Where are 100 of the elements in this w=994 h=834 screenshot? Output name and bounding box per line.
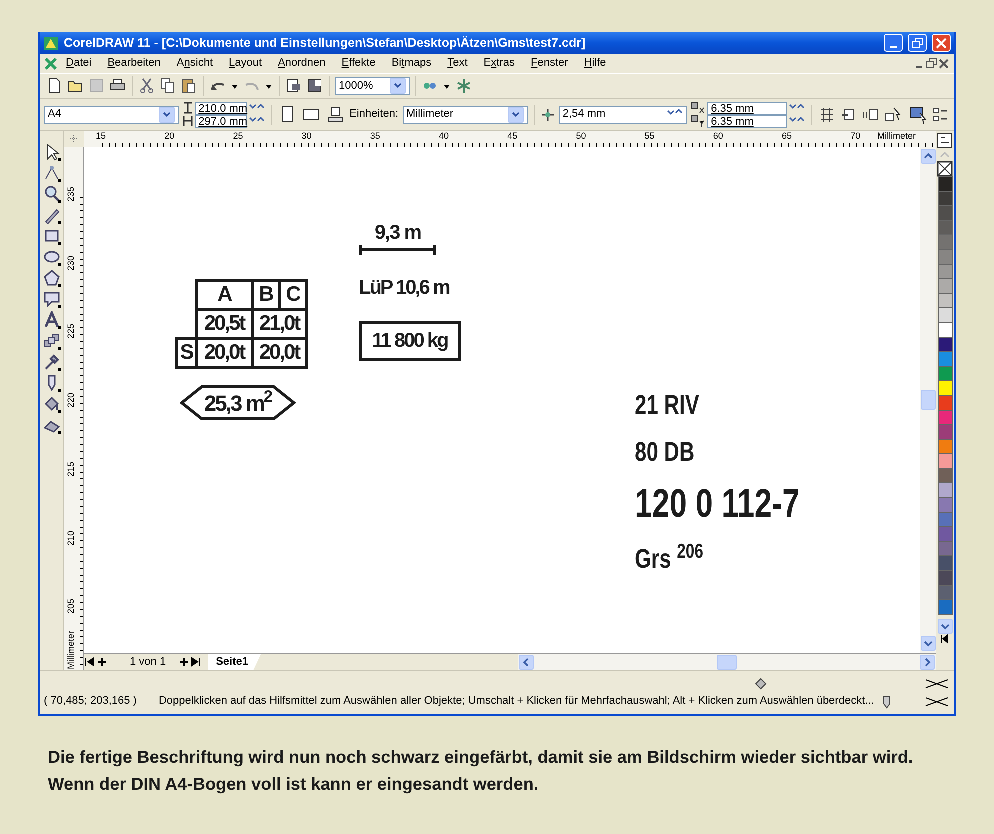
duplicate-x-icon — [691, 102, 706, 114]
menu-item[interactable]: Bitmaps — [384, 54, 440, 73]
no-color-swatch[interactable] — [937, 161, 953, 177]
color-swatch[interactable] — [938, 351, 952, 367]
page-width-field[interactable]: 210.0 mm — [194, 102, 247, 114]
color-swatch[interactable] — [938, 278, 952, 294]
color-swatch[interactable] — [938, 599, 952, 615]
ruler-label: 210 — [66, 530, 76, 546]
palette-down-button[interactable] — [938, 618, 952, 634]
scroll-down-icon — [924, 639, 932, 648]
horizontal-scrollbar[interactable] — [518, 654, 936, 670]
color-swatch[interactable] — [938, 424, 952, 440]
add-page-icon[interactable] — [178, 656, 190, 668]
callout-icon[interactable] — [42, 290, 60, 308]
zoom-icon[interactable] — [42, 185, 60, 203]
page-height-field[interactable]: 297.0 mm — [194, 114, 247, 128]
maximize-button[interactable] — [908, 34, 927, 52]
color-swatch[interactable] — [938, 526, 952, 542]
color-swatch[interactable] — [938, 555, 952, 572]
options-icon[interactable] — [932, 106, 950, 124]
color-swatch[interactable] — [938, 497, 952, 513]
export-icon[interactable] — [306, 77, 324, 95]
color-swatch[interactable] — [938, 307, 952, 323]
first-page-icon[interactable] — [84, 656, 96, 668]
scroll-up-button[interactable] — [920, 149, 936, 164]
duplicate-y-field[interactable]: 6.35 mm — [707, 114, 788, 128]
menu-item[interactable]: Effekte — [334, 54, 384, 73]
bucket-icon[interactable] — [42, 395, 60, 413]
scissors-icon[interactable] — [138, 77, 156, 95]
menu-item[interactable]: Ansicht — [168, 54, 222, 73]
palette-menu-icon[interactable] — [937, 133, 953, 149]
copy-icon[interactable] — [159, 77, 177, 95]
add-page-icon[interactable] — [96, 656, 108, 668]
zoom-field[interactable]: 1000% — [335, 77, 410, 95]
scroll-thumb[interactable] — [717, 654, 737, 670]
table-cell: 20,5t — [196, 310, 252, 338]
color-swatch[interactable] — [938, 570, 952, 586]
table-cell: S — [176, 338, 196, 368]
import-icon[interactable] — [285, 77, 303, 95]
dropdown-button[interactable] — [158, 106, 175, 122]
page-layout-icon[interactable] — [326, 104, 346, 124]
color-swatch[interactable] — [938, 205, 952, 221]
table-cell: 21,0t — [252, 310, 306, 338]
color-swatch[interactable] — [938, 176, 952, 192]
tare-box: 11 800 kg — [359, 321, 461, 361]
close-button[interactable] — [932, 34, 951, 52]
paste-icon[interactable] — [180, 77, 198, 95]
color-swatch[interactable] — [938, 322, 952, 338]
close-icon[interactable] — [938, 58, 950, 70]
color-swatch[interactable] — [938, 248, 952, 265]
page-size-field[interactable]: A4 — [44, 106, 179, 124]
status-hint: Doppelklicken auf das Hilfsmittel zum Auswählen aller Objekte; Umschalt + Klicken für Mehrfachauswahl; Alt + Klicken zum Auswählen überdeckt... — [158, 694, 874, 710]
ruler-label: 65 — [782, 131, 792, 141]
marking-text: 21 RIV — [635, 391, 700, 420]
color-swatch[interactable] — [938, 234, 952, 250]
color-swatch[interactable] — [938, 394, 952, 410]
menu-item[interactable]: Hilfe — [576, 54, 614, 73]
menu-item[interactable]: Layout — [221, 54, 270, 73]
palette-end-icon[interactable] — [940, 634, 950, 644]
scroll-thumb[interactable] — [920, 390, 936, 410]
color-swatch[interactable] — [938, 453, 952, 469]
ruler-label: 230 — [66, 256, 76, 271]
minimize-button[interactable] — [884, 34, 903, 52]
node-icon[interactable] — [42, 164, 60, 182]
eyedropper-icon[interactable] — [42, 353, 60, 371]
menu-item[interactable]: Text — [440, 54, 476, 73]
grid-snap-icon[interactable] — [818, 106, 836, 124]
page-counter: 1 von 1 — [130, 654, 166, 670]
text-icon[interactable] — [42, 311, 60, 329]
dropdown-button[interactable] — [508, 106, 524, 122]
units-field[interactable]: Millimeter — [402, 106, 528, 124]
ruler-label: 25 — [233, 131, 244, 141]
ruler-label: 215 — [66, 462, 76, 477]
scroll-left-icon — [522, 658, 531, 666]
scroll-right-button[interactable] — [920, 654, 935, 670]
ruler-label: 45 — [508, 131, 518, 141]
polygon-icon[interactable] — [42, 269, 60, 287]
color-swatch[interactable] — [938, 380, 952, 396]
cursor-coordinates: ( 70,485; 203,165 ) — [44, 694, 137, 710]
dropdown-button[interactable] — [390, 78, 406, 94]
app-menu-icon[interactable] — [44, 56, 58, 70]
menu-item[interactable]: Anordnen — [270, 54, 334, 73]
menu-item[interactable]: Fenster — [522, 54, 576, 73]
vertical-scrollbar[interactable] — [920, 147, 936, 653]
duplicate-x-field[interactable]: 6.35 mm — [707, 102, 788, 114]
restore-icon[interactable] — [926, 58, 938, 70]
menu-item[interactable]: Bearbeiten — [100, 54, 169, 73]
menu-item[interactable]: Datei — [58, 54, 100, 73]
last-page-icon[interactable] — [190, 656, 202, 668]
ruler-label: 70 — [850, 131, 861, 141]
blocks-icon[interactable] — [42, 332, 60, 350]
no-fill-icon — [924, 678, 950, 690]
nudge-field[interactable]: 2,54 mm — [558, 106, 688, 124]
origin-icon[interactable] — [68, 133, 80, 145]
menu-item[interactable]: Extras — [476, 54, 523, 73]
page-tab[interactable]: Seite1 — [208, 654, 262, 670]
scroll-down-button[interactable] — [920, 636, 936, 651]
color-swatch[interactable] — [938, 482, 952, 498]
overall-length: LüP 10,6 m — [359, 276, 450, 300]
scroll-left-button[interactable] — [519, 654, 534, 670]
